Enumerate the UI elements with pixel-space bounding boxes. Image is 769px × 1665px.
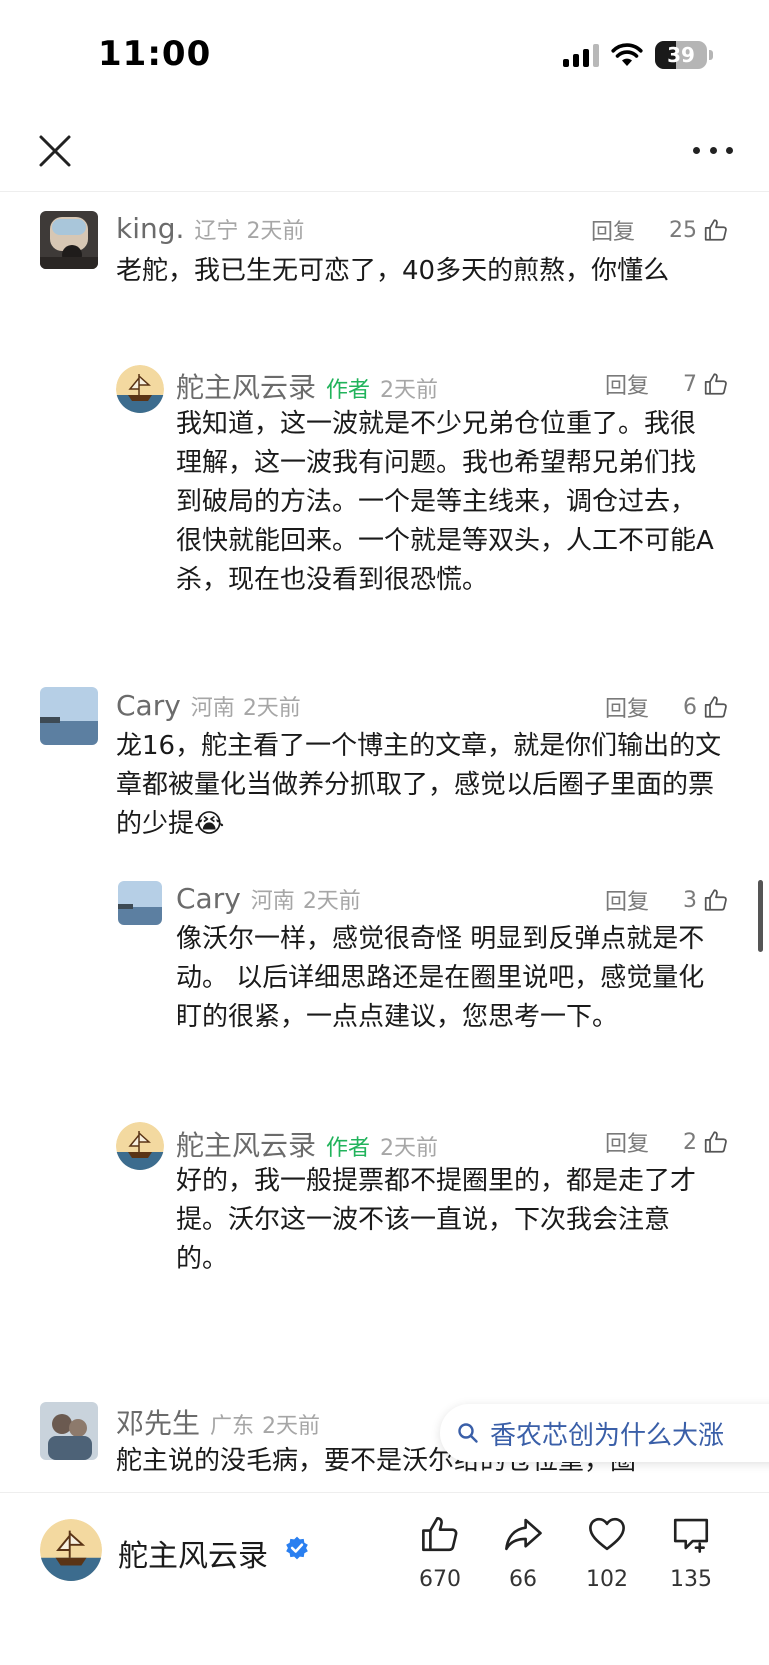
search-suggestion-text: 香农芯创为什么大涨 <box>490 1420 725 1451</box>
comment-username[interactable]: 舵主风云录 <box>176 1124 316 1164</box>
reply-button[interactable]: 回复 <box>591 214 635 246</box>
avatar[interactable] <box>40 211 98 269</box>
thumbs-up-icon <box>422 1516 458 1552</box>
comment-time: 2天前 <box>246 219 305 244</box>
author-name[interactable]: 舵主风云录 <box>118 1531 268 1575</box>
avatar[interactable] <box>118 881 162 925</box>
comment-icon <box>673 1518 709 1553</box>
comment-time: 2天前 <box>380 1136 439 1161</box>
thumbs-up-icon[interactable] <box>703 371 729 397</box>
comment-reply-item: 舵主风云录 作者 2天前 回复 2 好的，我一般提票都不提圈里的，都是走了才提。… <box>0 1122 769 1332</box>
wifi-icon <box>611 43 643 66</box>
avatar[interactable] <box>40 687 98 745</box>
like-count: 7 <box>683 371 697 397</box>
reply-button[interactable]: 回复 <box>605 1126 649 1158</box>
comment-text: 老舵，我已生无可恋了，40多天的煎熬，你懂么 <box>116 256 670 286</box>
comment-list: king. 辽宁 2天前 回复 25 老舵，我已生无可恋了，40多天的煎熬，你懂… <box>0 192 769 1492</box>
favorite-button[interactable]: 102 <box>572 1513 642 1592</box>
search-icon <box>458 1423 478 1443</box>
battery-level: 39 <box>667 43 695 67</box>
like-count: 670 <box>419 1567 461 1592</box>
scroll-indicator[interactable] <box>758 880 763 952</box>
more-options-icon[interactable] <box>693 138 733 162</box>
comment-text: 我知道，这一波就是不少兄弟仓位重了。我很理解，这一波我有问题。我也希望帮兄弟们找… <box>176 409 714 595</box>
like-count: 25 <box>669 217 697 243</box>
author-avatar[interactable] <box>40 1519 102 1581</box>
author-tag: 作者 <box>326 1136 371 1161</box>
avatar[interactable] <box>40 1402 98 1460</box>
status-bar: 11:00 39 <box>0 0 769 110</box>
share-count: 66 <box>509 1567 537 1592</box>
comment-text: 像沃尔一样，感觉很奇怪 明显到反弹点就是不动。 以后详细思路还是在圈里说吧，感觉… <box>176 924 705 1032</box>
status-icons: 39 <box>563 40 713 70</box>
verified-badge-icon <box>286 1536 308 1560</box>
comment-text: 好的，我一般提票都不提圈里的，都是走了才提。沃尔这一波不该一直说，下次我会注意的… <box>176 1166 697 1274</box>
author-avatar[interactable] <box>116 1122 164 1170</box>
reply-button[interactable]: 回复 <box>605 884 649 916</box>
comment-username[interactable]: Cary <box>176 882 241 915</box>
comment-text: 龙16，舵主看了一个博主的文章，就是你们输出的文章都被量化当做养分抓取了，感觉以… <box>116 727 726 844</box>
comment-time: 2天前 <box>262 1414 321 1439</box>
comment-username[interactable]: 邓先生 <box>116 1402 200 1442</box>
comment-time: 2天前 <box>302 889 361 914</box>
reply-button[interactable]: 回复 <box>605 691 649 723</box>
comment-count: 135 <box>670 1567 712 1592</box>
comment-location: 辽宁 <box>194 219 239 244</box>
comment-button[interactable]: 135 <box>656 1513 726 1592</box>
comment-location: 河南 <box>250 889 295 914</box>
thumbs-up-icon[interactable] <box>703 887 729 913</box>
like-count: 6 <box>683 694 697 720</box>
reply-button[interactable]: 回复 <box>605 368 649 400</box>
share-icon <box>505 1518 542 1551</box>
crying-laughing-emoji: 😭 <box>194 809 225 839</box>
bottom-action-bar: 舵主风云录 670 66 102 135 <box>0 1492 769 1665</box>
search-suggestion[interactable]: 香农芯创为什么大涨 <box>440 1404 769 1462</box>
comment-username[interactable]: Cary <box>116 689 181 722</box>
comment-time: 2天前 <box>380 378 439 403</box>
comment-username[interactable]: 舵主风云录 <box>176 366 316 406</box>
share-button[interactable]: 66 <box>488 1513 558 1592</box>
author-tag: 作者 <box>326 378 371 403</box>
like-count: 3 <box>683 887 697 913</box>
like-button[interactable]: 670 <box>405 1513 475 1592</box>
nav-bar <box>0 110 769 192</box>
favorite-count: 102 <box>586 1567 628 1592</box>
comment-username[interactable]: king. <box>116 212 184 245</box>
comment-reply-item: Cary 河南 2天前 回复 3 像沃尔一样，感觉很奇怪 明显到反弹点就是不动。… <box>0 877 769 1122</box>
thumbs-up-icon[interactable] <box>703 1129 729 1155</box>
comment-location: 河南 <box>190 696 235 721</box>
cellular-signal-icon <box>563 43 599 67</box>
comment-item: Cary 河南 2天前 回复 6 龙16，舵主看了一个博主的文章，就是你们输出的… <box>0 687 769 877</box>
comment-location: 广东 <box>210 1414 255 1439</box>
thumbs-up-icon[interactable] <box>703 217 729 243</box>
comment-item: king. 辽宁 2天前 回复 25 老舵，我已生无可恋了，40多天的煎熬，你懂… <box>0 192 769 357</box>
battery-icon: 39 <box>655 41 713 69</box>
thumbs-up-icon[interactable] <box>703 694 729 720</box>
comment-time: 2天前 <box>242 696 301 721</box>
status-time: 11:00 <box>98 34 212 74</box>
close-icon[interactable] <box>36 132 74 170</box>
author-avatar[interactable] <box>116 365 164 413</box>
like-count: 2 <box>683 1129 697 1155</box>
comment-reply-item: 舵主风云录 作者 2天前 回复 7 我知道，这一波就是不少兄弟仓位重了。我很理解… <box>0 357 769 687</box>
heart-icon <box>589 1517 625 1551</box>
